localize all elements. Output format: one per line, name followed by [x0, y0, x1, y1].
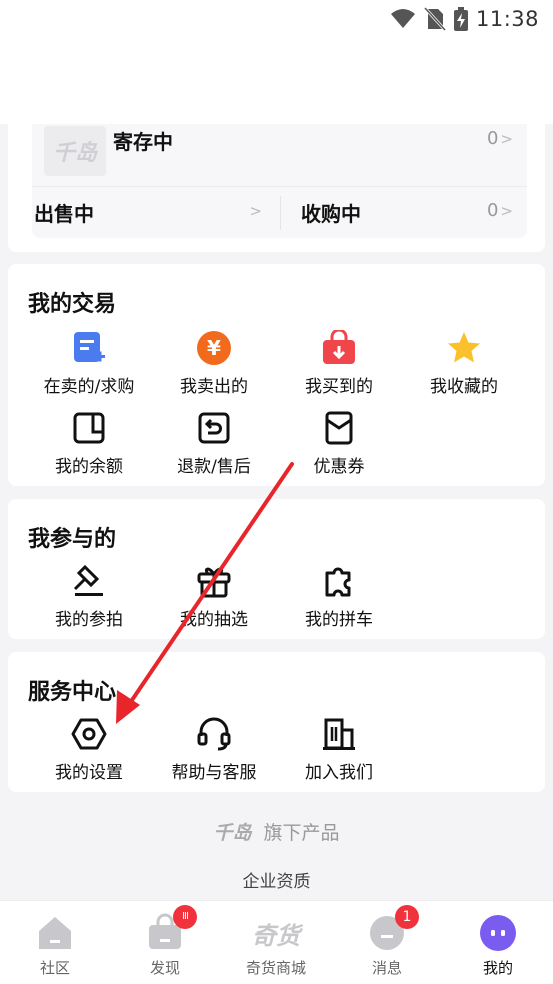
- wifi-icon: [390, 9, 415, 28]
- participate-item-label: 我的拼车: [305, 610, 373, 630]
- service-item-join[interactable]: 加入我们: [274, 716, 404, 783]
- status-time: 11:38: [475, 7, 539, 31]
- service-item-help[interactable]: 帮助与客服: [149, 716, 279, 783]
- status-bar: 11:38: [0, 0, 553, 38]
- gift-icon: [196, 563, 232, 599]
- trade-item-sold[interactable]: ¥ 我卖出的: [149, 330, 279, 397]
- participate-card: 我参与的 我的参拍 我的抽选 我的拼车: [8, 499, 545, 639]
- service-item-settings[interactable]: 我的设置: [24, 716, 154, 783]
- chevron-right-icon: >: [249, 202, 262, 220]
- participate-item-lottery[interactable]: 我的抽选: [149, 563, 279, 630]
- chevron-right-icon: >: [500, 130, 513, 148]
- tab-community[interactable]: 社区: [0, 901, 110, 984]
- service-item-label: 加入我们: [305, 763, 373, 783]
- selling-row[interactable]: 出售中 >: [32, 186, 280, 238]
- participate-item-carpool[interactable]: 我的拼车: [274, 563, 404, 630]
- assets-card: 千岛 寄存中 0 > 出售中 > 收购中 0 >: [8, 124, 545, 252]
- puzzle-icon: [321, 563, 357, 599]
- post-plus-icon: [71, 330, 107, 366]
- participate-title: 我参与的: [28, 527, 117, 552]
- mall-logo: 奇货: [241, 913, 311, 953]
- tab-mall[interactable]: 奇货 奇货商城: [221, 901, 331, 984]
- trade-item-label: 我卖出的: [180, 377, 248, 397]
- tab-bar: 社区 III 发现 奇货 奇货商城 1 消息 我的: [0, 900, 553, 984]
- star-icon: [446, 330, 482, 366]
- tab-discover[interactable]: III 发现: [110, 901, 220, 984]
- headset-icon: [196, 716, 232, 752]
- community-icon: [35, 913, 75, 953]
- shopping-bag-icon: [321, 330, 357, 366]
- trade-card: 我的交易 在卖的/求购 ¥ 我卖出的 我买到的 我收藏的 我的余额 退款/售后 …: [8, 264, 545, 486]
- footer-brand-logo: 千岛: [213, 822, 252, 844]
- mall-logo-text: 奇货: [252, 921, 300, 950]
- messages-badge: 1: [395, 905, 419, 929]
- service-item-label: 我的设置: [55, 763, 123, 783]
- trade-item-refund[interactable]: 退款/售后: [149, 410, 279, 477]
- tab-label: 社区: [39, 959, 70, 977]
- trade-item-label: 我的余额: [55, 457, 123, 477]
- chevron-right-icon: >: [500, 202, 513, 220]
- no-sim-icon: [423, 7, 446, 31]
- brand-watermark: 千岛: [44, 126, 106, 176]
- participate-item-label: 我的抽选: [180, 610, 248, 630]
- trade-item-favorites[interactable]: 我收藏的: [399, 330, 529, 397]
- trade-item-coupon[interactable]: 优惠券: [274, 410, 404, 477]
- assets-box: 千岛 寄存中 0 > 出售中 > 收购中 0 >: [32, 124, 527, 238]
- service-title: 服务中心: [28, 680, 117, 705]
- header-area: [0, 38, 553, 124]
- discover-badge: III: [173, 905, 197, 929]
- tab-label: 发现: [149, 959, 180, 977]
- settings-hex-icon: [71, 716, 107, 752]
- storage-row[interactable]: 千岛 寄存中 0 >: [32, 124, 527, 187]
- buying-count: 0 >: [486, 200, 513, 221]
- trade-item-label: 优惠券: [313, 457, 365, 477]
- gavel-icon: [71, 563, 107, 599]
- footer-brand: 千岛 旗下产品: [0, 818, 553, 845]
- discover-bag-icon: III: [145, 905, 197, 953]
- yuan-coin-icon: ¥: [196, 330, 232, 366]
- coupon-icon: [321, 410, 357, 446]
- storage-count: 0 >: [486, 128, 513, 149]
- tab-mine[interactable]: 我的: [443, 901, 553, 984]
- message-icon: 1: [367, 905, 419, 953]
- trade-item-label: 在卖的/求购: [43, 377, 135, 397]
- selling-label: 出售中: [34, 202, 94, 226]
- footer-brand-suffix: 旗下产品: [263, 822, 340, 844]
- service-card: 服务中心 我的设置 帮助与客服 加入我们: [8, 652, 545, 792]
- trade-item-label: 我买到的: [305, 377, 373, 397]
- participate-item-label: 我的参拍: [55, 610, 123, 630]
- trade-item-selling[interactable]: 在卖的/求购: [24, 330, 154, 397]
- trade-title: 我的交易: [28, 292, 117, 317]
- trade-item-label: 退款/售后: [177, 457, 251, 477]
- svg-text:¥: ¥: [207, 336, 221, 360]
- tab-messages[interactable]: 1 消息: [332, 901, 442, 984]
- buying-row[interactable]: 收购中 0 >: [281, 186, 527, 238]
- tab-label: 我的: [482, 959, 513, 977]
- wallet-icon: [71, 410, 107, 446]
- storage-label: 寄存中: [113, 130, 173, 154]
- mine-avatar-icon: [478, 913, 518, 953]
- trade-item-bought[interactable]: 我买到的: [274, 330, 404, 397]
- participate-item-auction[interactable]: 我的参拍: [24, 563, 154, 630]
- building-icon: [321, 716, 357, 752]
- buying-label: 收购中: [301, 202, 361, 226]
- return-icon: [196, 410, 232, 446]
- tab-label: 奇货商城: [245, 959, 306, 977]
- battery-charging-icon: [453, 7, 468, 31]
- service-item-label: 帮助与客服: [171, 763, 257, 783]
- trade-item-balance[interactable]: 我的余额: [24, 410, 154, 477]
- tab-label: 消息: [371, 959, 402, 977]
- qualification-link[interactable]: 企业资质: [0, 867, 553, 892]
- trade-item-label: 我收藏的: [430, 377, 498, 397]
